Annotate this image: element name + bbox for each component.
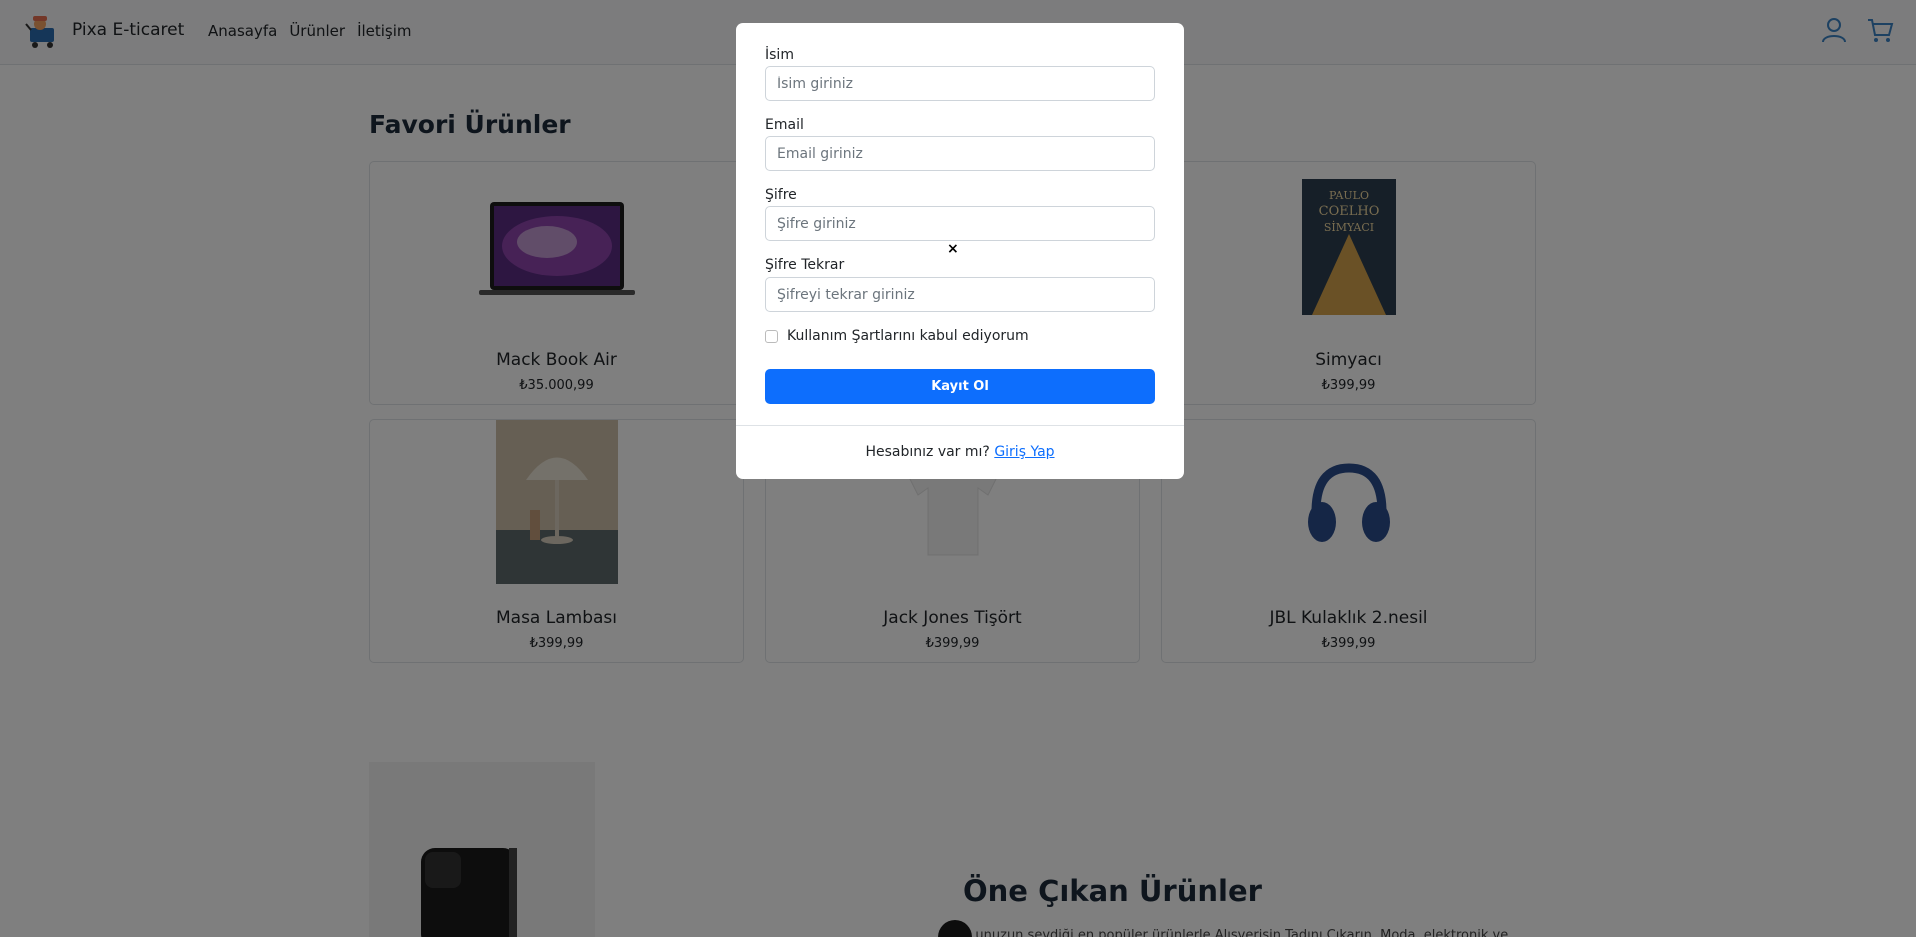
password-label: Şifre bbox=[765, 187, 797, 203]
login-link[interactable]: Giriş Yap bbox=[994, 444, 1054, 460]
email-label: Email bbox=[765, 117, 804, 133]
register-modal: İsim Email Şifre × Şifre Tekrar Kullanım… bbox=[736, 23, 1184, 479]
login-prompt: Hesabınız var mı? Giriş Yap bbox=[736, 444, 1184, 460]
terms-label[interactable]: Kullanım Şartlarını kabul ediyorum bbox=[787, 328, 1029, 344]
email-input[interactable] bbox=[765, 136, 1155, 171]
register-button[interactable]: Kayıt Ol bbox=[765, 369, 1155, 404]
modal-divider bbox=[736, 425, 1184, 426]
close-icon[interactable]: × bbox=[947, 241, 959, 257]
terms-row: Kullanım Şartlarını kabul ediyorum bbox=[765, 328, 1029, 344]
terms-checkbox[interactable] bbox=[765, 329, 778, 343]
name-label: İsim bbox=[765, 47, 794, 63]
password-repeat-label: Şifre Tekrar bbox=[765, 257, 845, 273]
password-input[interactable] bbox=[765, 206, 1155, 241]
login-prompt-text: Hesabınız var mı? bbox=[865, 444, 990, 460]
password-repeat-input[interactable] bbox=[765, 277, 1155, 312]
name-input[interactable] bbox=[765, 66, 1155, 101]
